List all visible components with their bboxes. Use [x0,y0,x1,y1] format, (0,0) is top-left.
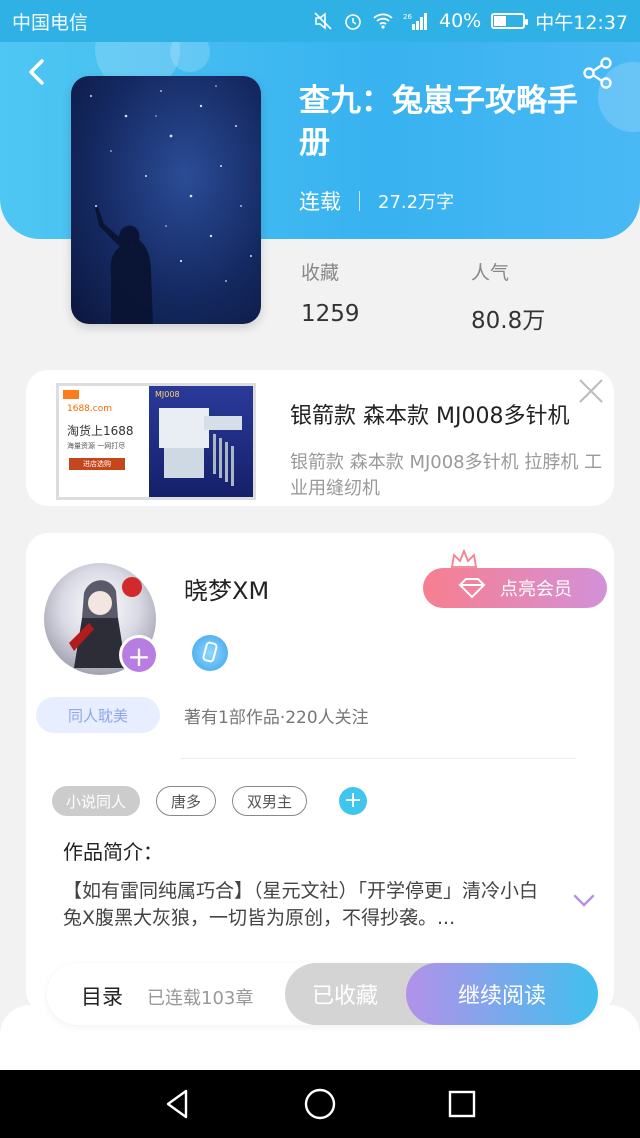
crown-icon [450,549,478,568]
ad-image-tagline: 海量资源 一网打尽 [67,442,126,450]
ad-image-shop-button: 进店选购 [69,458,125,470]
system-recents-button[interactable] [444,1086,480,1122]
bottom-action-bar: 目录 已连载103章 已收藏 继续阅读 [47,963,598,1025]
sewing-machine-image [159,408,242,486]
battery-icon [491,13,529,29]
vip-button[interactable]: 点亮会员 [423,568,607,608]
divider [180,758,576,759]
tag-item[interactable]: 唐多 [156,786,217,816]
wifi-icon [373,12,393,30]
carrier-label: 中国电信 [12,11,89,34]
ad-image-left: 1688.com 淘货上1688 海量资源 一网打尽 进店选购 [59,386,149,497]
square-recents-icon [448,1090,476,1118]
favorites-stat: 收藏 1259 [301,258,360,327]
svg-text:26: 26 [403,13,412,21]
popularity-stat: 人气 80.8万 [471,258,545,335]
author-level-badge-icon [192,635,228,671]
battery-percent: 40% [439,10,482,32]
alarm-icon [343,12,363,30]
ad-image[interactable]: 1688.com 淘货上1688 海量资源 一网打尽 进店选购 MJ008 [56,383,256,500]
ad-description: 银箭款 森本款 MJ008多针机 拉脖机 工业用缝纫机 [290,452,603,499]
tag-list: 小说同人 唐多 双男主 + [52,786,368,816]
ad-image-model: MJ008 [155,390,180,399]
ad-image-domain: 1688.com [67,404,112,414]
signal-icon: 26 [403,12,429,30]
ad-card[interactable]: 1688.com 淘货上1688 海量资源 一网打尽 进店选购 MJ008 银箭… [26,370,614,506]
diamond-icon [458,578,486,599]
book-meta: 连载 27.2万字 [299,186,454,216]
book-cover[interactable] [71,76,261,324]
favorites-value: 1259 [301,301,360,327]
continue-reading-label: 继续阅读 [457,984,546,1009]
intro-label: 作品简介： [63,840,163,864]
follow-author-button[interactable]: + [119,635,159,675]
circle-home-icon [304,1088,336,1120]
popularity-label: 人气 [471,262,510,284]
system-home-button[interactable] [302,1086,338,1122]
chapter-count[interactable]: 已连载103章 [147,984,253,1010]
popularity-value: 80.8万 [471,308,546,334]
author-stats: 著有1部作品·220人关注 [184,708,369,728]
intro-text[interactable]: 【如有雷同纯属巧合】（星元文社）「开学停更」清冷小白兔X腹黑大灰狼，一切皆为原创… [63,878,553,932]
ad-image-slogan: 淘货上1688 [67,424,134,438]
starry-night-cover-image [90,85,252,324]
author-name[interactable]: 晓梦XM [184,571,269,606]
meta-divider [359,191,360,211]
author-genre-badge: 同人耽美 [36,697,160,733]
triangle-back-icon [166,1089,188,1119]
tag-item[interactable]: 小说同人 [52,786,141,816]
ad-close-button[interactable] [578,378,604,404]
chevron-down-icon[interactable] [572,893,596,909]
author-card: + 晓梦XM 点亮会员 同人耽美 著有1部作品·220人关注 小说同人 唐多 双… [26,533,614,1013]
word-count: 27.2万字 [378,192,455,213]
ad-image-right: MJ008 [149,386,253,497]
serialization-status: 连载 [299,190,341,214]
ad-title[interactable]: 银箭款 森本款 MJ008多针机 [290,398,569,430]
status-bar: 中国电信 26 40% 中午12:37 [0,0,640,42]
close-icon [579,379,603,403]
book-title: 查九：兔崽子攻略手册 [299,83,578,161]
chevron-left-icon [29,59,44,85]
system-back-button[interactable] [160,1086,196,1122]
clock: 中午12:37 [535,11,628,34]
table-of-contents-link[interactable]: 目录 [81,981,123,1011]
tag-item[interactable]: 双男主 [232,786,308,816]
add-tag-button[interactable]: + [339,787,368,815]
vip-button-label: 点亮会员 [500,579,572,600]
continue-reading-button[interactable]: 继续阅读 [406,963,598,1025]
mute-icon [313,12,333,30]
favorited-button-label: 已收藏 [311,984,378,1009]
favorites-label: 收藏 [301,262,340,284]
system-navigation-bar [0,1070,640,1138]
back-button[interactable] [20,55,54,89]
